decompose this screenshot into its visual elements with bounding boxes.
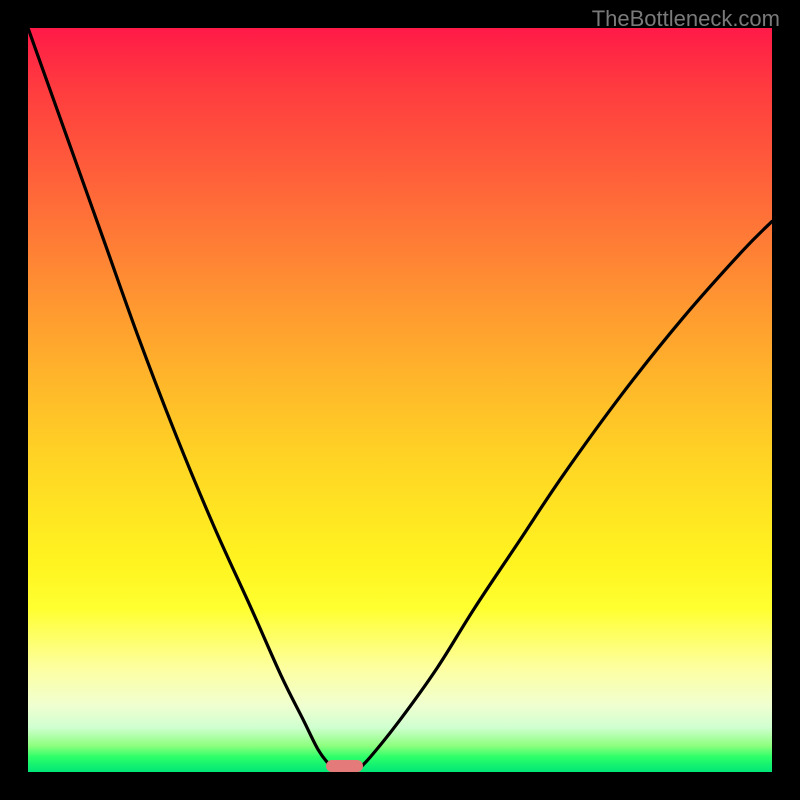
baseline-marker bbox=[326, 760, 363, 772]
chart-curves bbox=[28, 28, 772, 772]
left-curve bbox=[28, 28, 340, 772]
right-curve bbox=[355, 221, 772, 772]
watermark-label: TheBottleneck.com bbox=[592, 6, 780, 32]
plot-area bbox=[28, 28, 772, 772]
